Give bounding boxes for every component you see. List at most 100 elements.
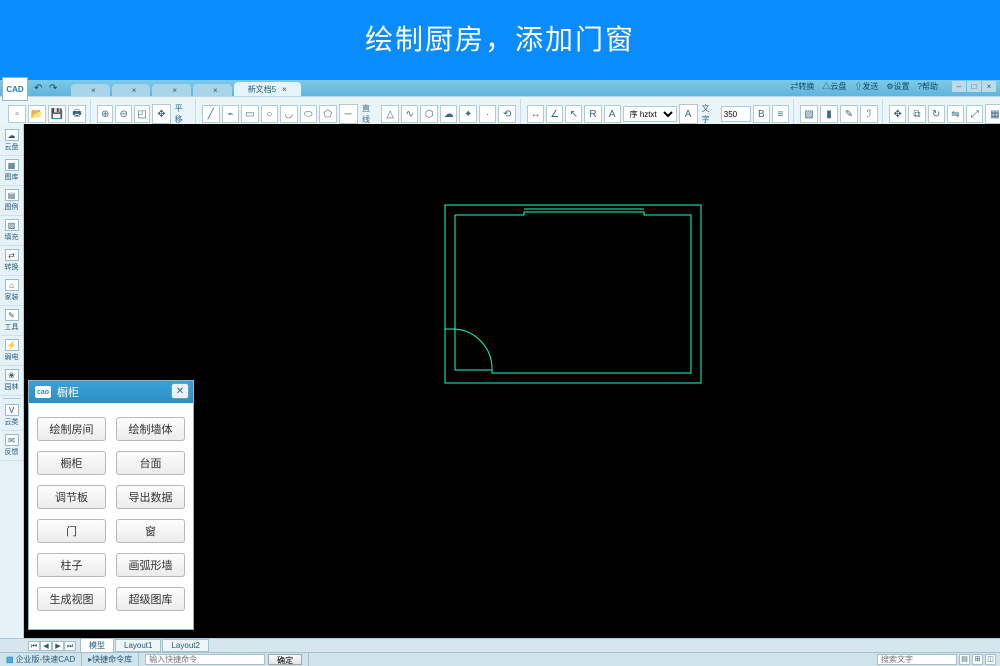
- confirm-button[interactable]: 确定: [268, 654, 302, 665]
- polyline-icon[interactable]: ⌁: [222, 105, 240, 123]
- hex-icon[interactable]: ⬡: [420, 105, 438, 123]
- sidebar-item-hatch[interactable]: ▨填充: [1, 216, 23, 246]
- tab-3[interactable]: ×: [152, 84, 191, 96]
- sidebar-item-electric[interactable]: ⚡弱电: [1, 336, 23, 366]
- countertop-button[interactable]: 台面: [116, 451, 185, 475]
- tab-layout2[interactable]: Layout2: [162, 639, 208, 652]
- first-tab-icon[interactable]: ⏮: [28, 641, 40, 651]
- window-button[interactable]: 窗: [116, 519, 185, 543]
- ellipse-icon[interactable]: ⬭: [300, 105, 318, 123]
- font-select[interactable]: 序 hztxt: [623, 106, 677, 122]
- arc-icon[interactable]: ◡: [280, 105, 298, 123]
- settings-link[interactable]: ⚙设置: [886, 81, 909, 92]
- open-icon[interactable]: 📂: [28, 105, 46, 123]
- sidebar-item-tools[interactable]: ✎工具: [1, 306, 23, 336]
- search-input[interactable]: [877, 654, 957, 665]
- star-icon[interactable]: ✦: [459, 105, 477, 123]
- sidebar-item-feedback[interactable]: ✉反馈: [1, 431, 23, 461]
- minimize-button[interactable]: –: [952, 81, 966, 92]
- arc-wall-button[interactable]: 画弧形墙: [116, 553, 185, 577]
- last-tab-icon[interactable]: ⏭: [64, 641, 76, 651]
- generate-view-button[interactable]: 生成视图: [37, 587, 106, 611]
- cabinet-button[interactable]: 橱柜: [37, 451, 106, 475]
- close-button[interactable]: ×: [982, 81, 996, 92]
- close-icon[interactable]: ×: [213, 86, 218, 95]
- mtext-icon[interactable]: A: [679, 104, 698, 124]
- rev-icon[interactable]: ⟲: [498, 105, 516, 123]
- close-icon[interactable]: ×: [282, 85, 287, 94]
- mirror-icon[interactable]: ⇋: [947, 105, 964, 123]
- sidebar-item-convert[interactable]: ⇄转换: [1, 246, 23, 276]
- status-icon-1[interactable]: ▤: [959, 654, 970, 665]
- close-icon[interactable]: ×: [132, 86, 137, 95]
- draw-wall-button[interactable]: 绘制墙体: [116, 417, 185, 441]
- convert-link[interactable]: ⇄转换: [790, 81, 814, 92]
- paint-icon[interactable]: ✎: [840, 105, 858, 123]
- sidebar-item-home[interactable]: ⌂家装: [1, 276, 23, 306]
- next-tab-icon[interactable]: ▶: [52, 641, 64, 651]
- curve-icon[interactable]: ∿: [401, 105, 419, 123]
- point-icon[interactable]: ·: [479, 105, 497, 123]
- polygon-icon[interactable]: ⬠: [319, 105, 337, 123]
- sidebar-item-garden[interactable]: ❀园林: [1, 366, 23, 396]
- column-button[interactable]: 柱子: [37, 553, 106, 577]
- export-data-button[interactable]: 导出数据: [116, 485, 185, 509]
- rotate-icon[interactable]: ↻: [928, 105, 945, 123]
- status-icon-3[interactable]: ◫: [985, 654, 996, 665]
- circle-icon[interactable]: ○: [261, 105, 279, 123]
- brush-icon[interactable]: ℐ: [860, 105, 878, 123]
- fill-icon[interactable]: ▮: [820, 105, 838, 123]
- new-icon[interactable]: ▫: [8, 105, 26, 123]
- tab-5-active[interactable]: 新文档5×: [234, 82, 301, 96]
- rect-icon[interactable]: ▭: [241, 105, 259, 123]
- draw-room-button[interactable]: 绘制房间: [37, 417, 106, 441]
- save-icon[interactable]: 💾: [48, 105, 66, 123]
- scale-icon[interactable]: ⤢: [966, 105, 983, 123]
- sidebar-item-cloud[interactable]: ☁云盘: [1, 126, 23, 156]
- leader-icon[interactable]: ↖: [565, 105, 582, 123]
- status-shortcut-lib[interactable]: ▸快捷命令库: [82, 653, 139, 666]
- line-icon[interactable]: ╱: [202, 105, 220, 123]
- prev-tab-icon[interactable]: ◀: [40, 641, 52, 651]
- move-icon[interactable]: ✥: [889, 105, 906, 123]
- zoom-out-icon[interactable]: ⊖: [115, 105, 131, 123]
- panel-close-button[interactable]: ✕: [171, 383, 189, 399]
- tab-model[interactable]: 模型: [80, 638, 114, 653]
- sidebar-item-library[interactable]: ▦图库: [1, 156, 23, 186]
- bold-icon[interactable]: B: [753, 105, 770, 123]
- sidebar-item-v[interactable]: V云类: [1, 401, 23, 431]
- tab-layout1[interactable]: Layout1: [115, 639, 161, 652]
- line2-icon[interactable]: ─: [339, 104, 358, 124]
- print-icon[interactable]: 🖶: [68, 105, 86, 123]
- text-icon[interactable]: A: [604, 105, 621, 123]
- status-icon-2[interactable]: ⊞: [972, 654, 983, 665]
- tab-4[interactable]: ×: [193, 84, 232, 96]
- close-icon[interactable]: ×: [91, 86, 96, 95]
- hatch-icon[interactable]: ▨: [800, 105, 818, 123]
- tab-2[interactable]: ×: [112, 84, 151, 96]
- door-button[interactable]: 门: [37, 519, 106, 543]
- zoom-in-icon[interactable]: ⊕: [97, 105, 113, 123]
- super-library-button[interactable]: 超级图库: [116, 587, 185, 611]
- panel-titlebar[interactable]: cao 橱柜 ✕: [29, 381, 193, 403]
- cloud-icon[interactable]: ☁: [440, 105, 458, 123]
- modify-icon[interactable]: ▦: [985, 104, 1000, 124]
- redo-icon[interactable]: ↷: [49, 83, 61, 93]
- close-icon[interactable]: ×: [172, 86, 177, 95]
- adjust-panel-button[interactable]: 调节板: [37, 485, 106, 509]
- dim-icon[interactable]: ↔: [527, 105, 544, 123]
- tri-icon[interactable]: △: [381, 105, 399, 123]
- undo-icon[interactable]: ↶: [34, 83, 46, 93]
- sidebar-item-legend[interactable]: ▤图例: [1, 186, 23, 216]
- text-height-input[interactable]: [721, 106, 751, 122]
- angle-icon[interactable]: ∠: [546, 105, 563, 123]
- command-input[interactable]: [145, 654, 265, 665]
- pan-icon[interactable]: ✥: [152, 104, 170, 124]
- copy-icon[interactable]: ⧉: [908, 105, 925, 123]
- send-link[interactable]: ⇧发送: [854, 81, 878, 92]
- align-icon[interactable]: ≡: [772, 105, 789, 123]
- maximize-button[interactable]: □: [967, 81, 981, 92]
- app-logo[interactable]: CAD: [2, 77, 28, 101]
- radius-icon[interactable]: R: [584, 105, 601, 123]
- cloud-link[interactable]: △云盘: [822, 81, 846, 92]
